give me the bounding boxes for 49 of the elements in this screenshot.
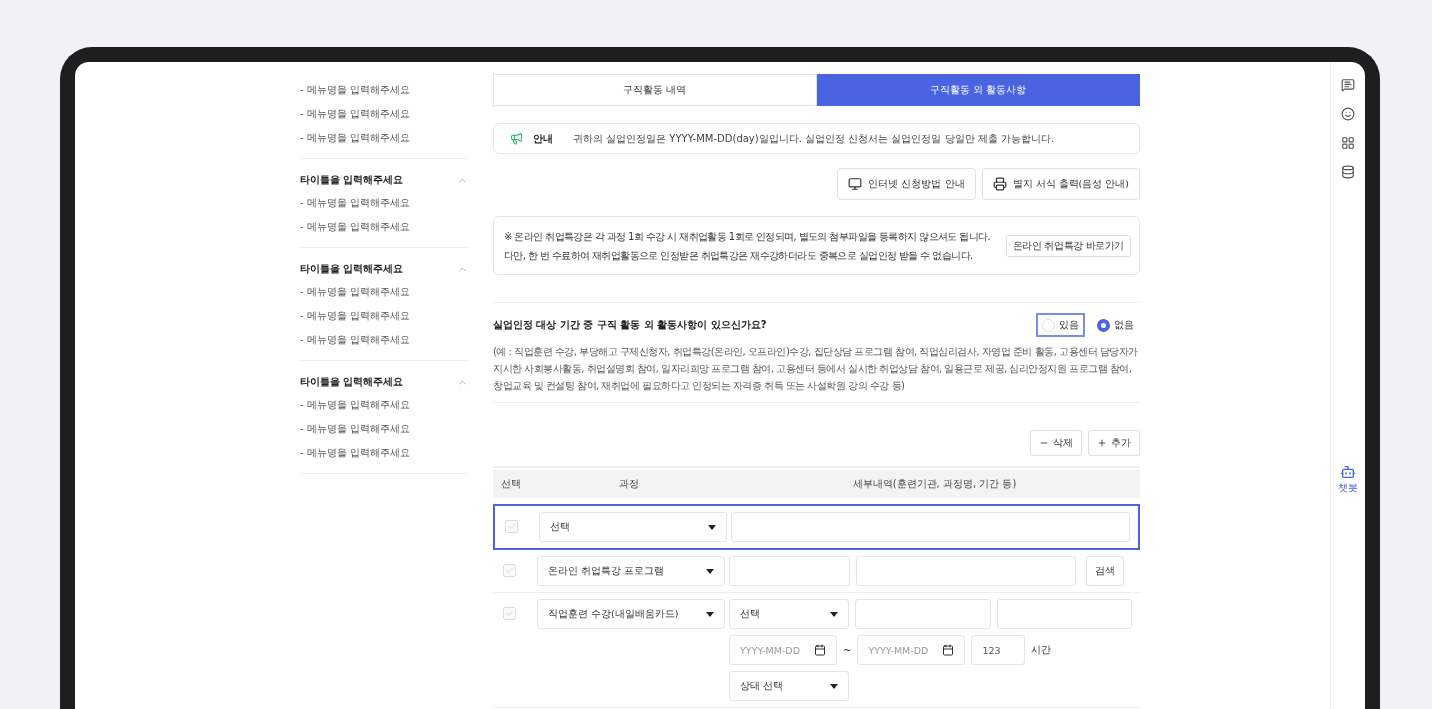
megaphone-icon — [510, 132, 523, 145]
sidebar-item[interactable]: - 메뉴명을 입력해주세요 — [300, 441, 468, 465]
hours-unit: 시간 — [1031, 643, 1052, 657]
column-header: 세부내역(훈련기관, 과정명, 기간 등) — [851, 477, 1018, 491]
column-header: 선택 — [500, 477, 522, 491]
check-icon — [507, 522, 516, 531]
sidebar-item[interactable]: - 메뉴명을 입력해주세요 — [300, 215, 468, 239]
notice-label: 안내 — [533, 131, 553, 146]
chatbot-label[interactable]: 챗봇 — [1338, 481, 1358, 495]
info-text: 다만, 한 번 수료하여 재취업활동으로 인정받은 취업특강은 재수강하더라도 중복으로 실업인정 받을 수 없습니다. — [504, 248, 974, 263]
column-header: 과정 — [618, 477, 640, 491]
check-icon — [505, 609, 514, 618]
calendar-icon — [942, 644, 955, 656]
notice-text: 귀하의 실업인정일은 YYYY-MM-DD(day)일입니다. 실업인정 신청서는 실업인정일 당일만 제출 가능합니다. — [573, 131, 1055, 146]
plus-icon — [1097, 438, 1107, 448]
database-icon[interactable] — [1341, 165, 1355, 179]
question-text: 실업인정 대상 기간 중 구직 활동 외 활동사항이 있으신가요? — [493, 318, 767, 332]
radio-option[interactable]: 없음 — [1091, 313, 1140, 337]
sidebar-item[interactable]: - 메뉴명을 입력해주세요 — [300, 126, 468, 150]
sidebar-item[interactable]: - 메뉴명을 입력해주세요 — [300, 78, 468, 102]
radio-option[interactable]: 있음 — [1036, 313, 1085, 337]
sidebar-group-title[interactable]: 타이틀을 입력해주세요 — [300, 375, 404, 389]
sidebar-item[interactable]: - 메뉴명을 입력해주세요 — [300, 393, 468, 417]
lecture-link-button[interactable]: 온라인 취업특강 바로가기 — [1005, 234, 1131, 257]
sidebar-group-title[interactable]: 타이틀을 입력해주세요 — [300, 262, 404, 276]
tab[interactable]: 구직활동 내역 — [493, 74, 817, 106]
smile-icon[interactable] — [1341, 107, 1355, 121]
calendar-icon — [814, 644, 826, 656]
guide-button[interactable]: 별지 서식 출력(음성 안내) — [981, 168, 1140, 200]
monitor-icon — [848, 177, 863, 191]
tab[interactable]: 구직활동 외 활동사항 — [816, 74, 1140, 106]
info-text: ※ 온라인 취업특강은 각 과정 1회 수강 시 재취업활동 1회로 인정되며, 별도의 첨부파일을 등록하지 않으셔도 됩니다. — [504, 229, 991, 244]
grid-icon[interactable] — [1341, 136, 1355, 150]
sidebar-item[interactable]: - 메뉴명을 입력해주세요 — [300, 417, 468, 441]
check-icon — [505, 566, 514, 575]
add-button[interactable]: 추가 — [1088, 430, 1140, 456]
delete-button[interactable]: 삭제 — [1030, 430, 1082, 456]
message-icon[interactable] — [1341, 78, 1355, 92]
range-separator: ~ — [843, 644, 852, 656]
sidebar-item[interactable]: - 메뉴명을 입력해주세요 — [300, 328, 468, 352]
printer-icon — [992, 177, 1007, 191]
example-text: (예 : 직업훈련 수강, 부당해고 구제신청자, 취업특강(온라인, 오프라인)수강, 집단상담 프로그램 참여, 직업심리검사, 자영업 준비 활동, 고용센터 담당자가 지시한 사회봉사활동, 취업설명회 참여, 일자리희망 프로그램 참여, 고용센터 등에서 실시한 취업상담 참여, 일용근로 제공, 심리안정지원 프로그램 참여, 창업교육 및 컨설팅 참여, 재취업에 필요하다고 인정되는 자격증 취득 또는 사설학원 강의 수강 등) — [493, 345, 1139, 393]
sidebar-item[interactable]: - 메뉴명을 입력해주세요 — [300, 280, 468, 304]
guide-button[interactable]: 인터넷 신청방법 안내 — [837, 168, 976, 200]
sidebar-item[interactable]: - 메뉴명을 입력해주세요 — [300, 102, 468, 126]
sidebar-item[interactable]: - 메뉴명을 입력해주세요 — [300, 304, 468, 328]
robot-icon[interactable] — [1340, 464, 1356, 480]
sidebar-item[interactable]: - 메뉴명을 입력해주세요 — [300, 191, 468, 215]
sidebar-group-title[interactable]: 타이틀을 입력해주세요 — [300, 173, 404, 187]
